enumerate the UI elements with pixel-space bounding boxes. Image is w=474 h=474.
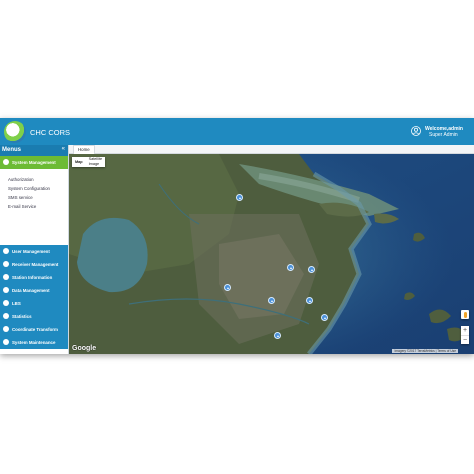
transform-icon: [3, 326, 9, 332]
sidebar-item-coordinate-transform[interactable]: Coordinate Transform: [0, 323, 68, 336]
station-marker[interactable]: [308, 266, 315, 273]
map-type-satellite-button[interactable]: Satellite Image: [86, 157, 106, 167]
tab-home[interactable]: Home: [73, 145, 95, 154]
sidebar-item-label: User Management: [12, 249, 50, 254]
zoom-in-button[interactable]: +: [461, 326, 469, 335]
submenu-sms-service[interactable]: SMS service: [8, 195, 33, 200]
map-imagery: [69, 154, 474, 354]
wrench-icon: [3, 339, 9, 345]
sidebar-item-user-management[interactable]: User Management: [0, 245, 68, 258]
submenu-system-configuration[interactable]: System Configuration: [8, 186, 50, 191]
location-icon: [3, 300, 9, 306]
sidebar-item-label: Station Information: [12, 275, 53, 280]
sidebar: Menus « System Management Authorization …: [0, 145, 69, 354]
database-icon: [3, 287, 9, 293]
user-icon: [3, 248, 9, 254]
sidebar-item-label: LBS: [12, 301, 21, 306]
sidebar-item-label: System Management: [12, 160, 56, 165]
sidebar-item-station-information[interactable]: Station Information: [0, 271, 68, 284]
zoom-control: + −: [461, 326, 469, 344]
chc-logo: [4, 121, 26, 143]
station-marker[interactable]: [268, 297, 275, 304]
station-marker[interactable]: [274, 332, 281, 339]
station-marker[interactable]: [287, 264, 294, 271]
app-title: CHC CORS: [30, 128, 71, 137]
sidebar-item-label: System Maintenance: [12, 340, 56, 345]
map-type-control: Map Satellite Image: [72, 157, 106, 167]
station-marker[interactable]: [321, 314, 328, 321]
google-logo: Google: [72, 345, 97, 352]
sidebar-item-system-maintenance[interactable]: System Maintenance: [0, 336, 68, 349]
sidebar-item-label: Data Management: [12, 288, 50, 293]
zoom-out-button[interactable]: −: [461, 335, 469, 345]
map-type-satellite-label: Satellite: [88, 157, 103, 161]
satellite-map[interactable]: Map Satellite Image Google Imagery ©2017…: [69, 154, 474, 354]
menus-header: Menus «: [0, 145, 68, 156]
sidebar-item-lbs[interactable]: LBS: [0, 297, 68, 310]
receiver-icon: [3, 261, 9, 267]
station-marker[interactable]: [236, 194, 243, 201]
station-marker[interactable]: [306, 297, 313, 304]
collapse-menu-icon[interactable]: «: [62, 146, 65, 152]
menus-label: Menus: [2, 147, 22, 153]
app-window: CHC CORS Welcome,admin Super Admin Menus…: [0, 118, 474, 354]
top-header: CHC CORS Welcome,admin Super Admin: [0, 118, 474, 145]
chart-icon: [3, 313, 9, 319]
sidebar-item-data-management[interactable]: Data Management: [0, 284, 68, 297]
map-type-satellite-sub: Image: [88, 161, 100, 166]
sidebar-item-label: Receiver Management: [12, 262, 59, 267]
station-icon: [3, 274, 9, 280]
map-type-map-button[interactable]: Map: [72, 157, 86, 167]
gear-icon: [3, 159, 9, 165]
sidebar-item-receiver-management[interactable]: Receiver Management: [0, 258, 68, 271]
street-view-pegman-icon[interactable]: [461, 310, 469, 319]
sidebar-item-label: Statistics: [12, 314, 32, 319]
sidebar-item-label: Coordinate Transform: [12, 327, 58, 332]
submenu-authorization[interactable]: Authorization: [8, 177, 34, 182]
station-marker[interactable]: [224, 284, 231, 291]
user-avatar-icon[interactable]: [411, 126, 421, 136]
submenu-email-service[interactable]: E-mail Service: [8, 204, 36, 209]
tab-bar: Home: [69, 145, 474, 154]
map-attribution[interactable]: Imagery ©2017 TerraMetrics | Terms of Us…: [392, 348, 458, 353]
sidebar-item-statistics[interactable]: Statistics: [0, 310, 68, 323]
sidebar-item-system-management[interactable]: System Management: [0, 156, 68, 169]
user-role: Super Admin: [429, 132, 458, 138]
